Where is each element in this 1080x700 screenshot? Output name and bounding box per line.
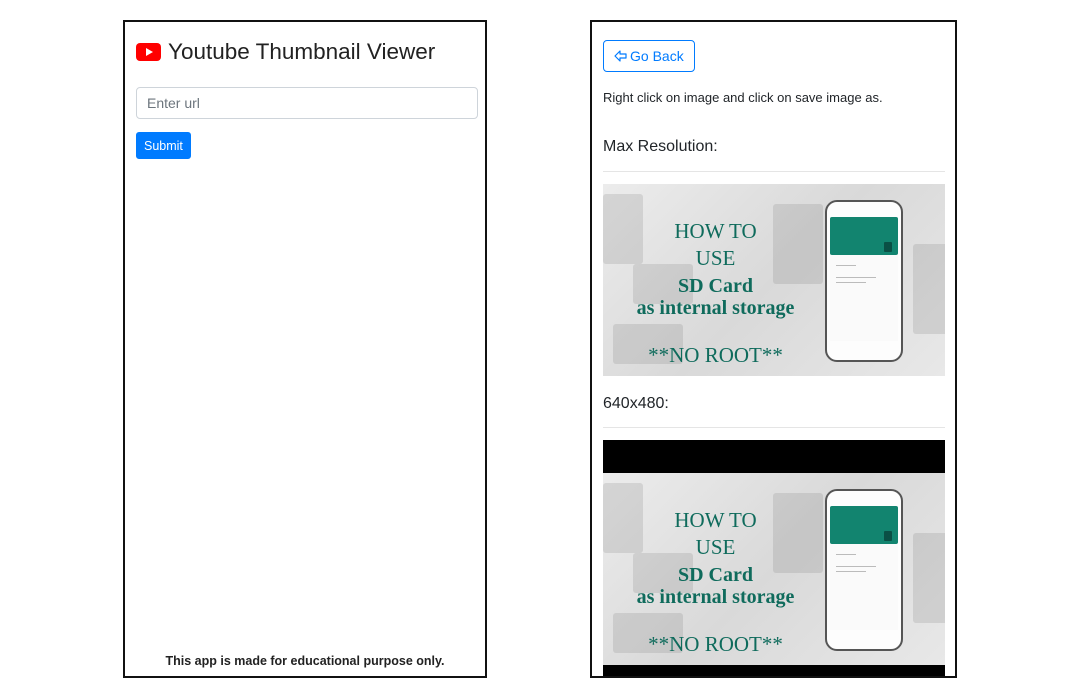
divider	[603, 427, 945, 428]
thumbnail-text-line1: HOW TO	[674, 219, 757, 243]
section-heading-max-resolution: Max Resolution:	[603, 138, 718, 155]
thumbnail-text-line4: as internal storage	[636, 586, 795, 608]
url-input[interactable]	[136, 87, 478, 119]
thumbnail-max-resolution[interactable]: HOW TO USE SD Card as internal storage *…	[603, 184, 945, 376]
arrow-left-icon	[614, 50, 627, 62]
phone-screen-body	[830, 544, 898, 630]
thumbnail-text-line5: **NO ROOT**	[648, 632, 783, 656]
thumbnail-text-line2: USE	[695, 535, 736, 559]
phone-screen-header	[830, 217, 898, 255]
youtube-logo-icon	[136, 43, 161, 61]
phone-screen-header	[830, 506, 898, 544]
thumbnail-results-panel: Go Back Right click on image and click o…	[590, 20, 957, 678]
footer-disclaimer: This app is made for educational purpose…	[165, 654, 445, 668]
thumbnail-640x480[interactable]: HOW TO USE SD Card as internal storage *…	[603, 440, 945, 676]
go-back-button[interactable]: Go Back	[603, 40, 695, 72]
thumbnail-text-line1: HOW TO	[674, 508, 757, 532]
sd-card-icon	[884, 531, 892, 541]
thumbnail-text-line2: USE	[695, 246, 736, 270]
divider	[603, 171, 945, 172]
phone-illustration	[825, 489, 903, 651]
save-instruction: Right click on image and click on save i…	[603, 90, 883, 105]
go-back-label: Go Back	[630, 48, 684, 64]
sd-card-icon	[884, 242, 892, 252]
thumbnail-viewer-form-panel: Youtube Thumbnail Viewer Submit This app…	[123, 20, 487, 678]
phone-screen-body	[830, 255, 898, 341]
thumbnail-text-line3: SD Card	[677, 564, 753, 586]
app-header: Youtube Thumbnail Viewer	[136, 39, 435, 65]
page-title: Youtube Thumbnail Viewer	[168, 39, 436, 64]
submit-button[interactable]: Submit	[136, 132, 191, 159]
section-heading-640x480: 640x480:	[603, 395, 669, 412]
thumbnail-text-line5: **NO ROOT**	[648, 343, 783, 367]
thumbnail-image: HOW TO USE SD Card as internal storage *…	[603, 184, 945, 376]
thumbnail-text-line4: as internal storage	[636, 297, 795, 319]
thumbnail-image: HOW TO USE SD Card as internal storage *…	[603, 473, 945, 665]
thumbnail-text-line3: SD Card	[677, 275, 753, 297]
phone-illustration	[825, 200, 903, 362]
